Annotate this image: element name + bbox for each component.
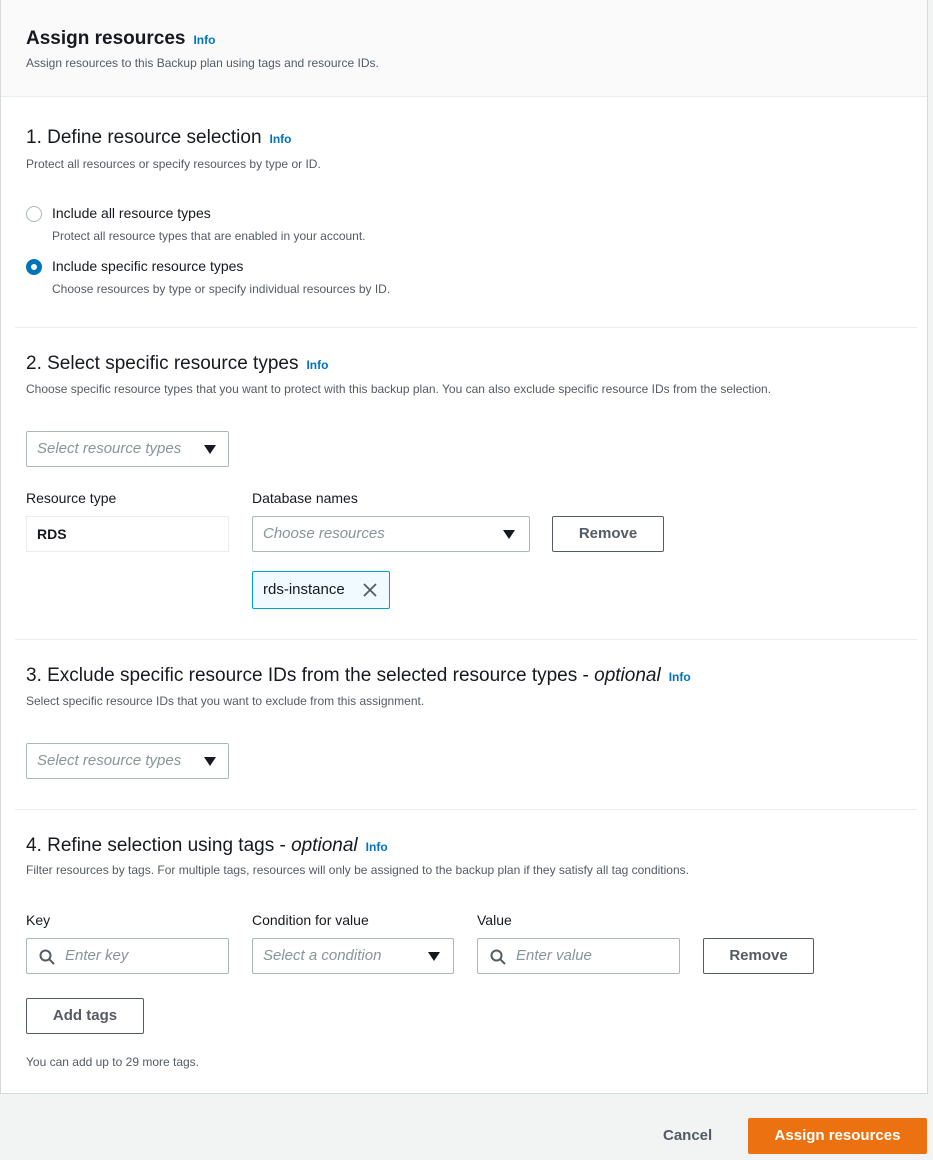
database-names-label: Database names <box>252 490 358 506</box>
section4-info-link[interactable]: Info <box>366 840 388 854</box>
section2-title: 2. Select specific resource types Info <box>26 353 328 375</box>
section1-info-link[interactable]: Info <box>270 132 292 146</box>
resource-type-label: Resource type <box>26 490 117 506</box>
header-info-link[interactable]: Info <box>193 33 215 47</box>
database-names-placeholder: Choose resources <box>263 525 385 542</box>
radio-specific-label[interactable]: Include specific resource types <box>52 258 243 274</box>
assign-resources-panel: Assign resources Info Assign resources to… <box>0 0 928 1094</box>
section3-title-text: 3. Exclude specific resource IDs from th… <box>26 665 595 686</box>
condition-label: Condition for value <box>252 912 369 928</box>
section1-title: 1. Define resource selection Info <box>26 127 292 149</box>
radio-all-resource-types[interactable] <box>26 206 42 222</box>
radio-all-label[interactable]: Include all resource types <box>52 205 211 221</box>
tag-value-placeholder: Enter value <box>516 947 592 964</box>
caret-down-icon <box>204 445 216 454</box>
resource-types-select-placeholder: Select resource types <box>37 440 182 457</box>
resource-token: rds-instance <box>252 571 390 609</box>
resource-type-value: RDS <box>26 516 229 552</box>
search-icon <box>39 949 55 965</box>
page-description: Assign resources to this Backup plan usi… <box>26 56 379 70</box>
section3-info-link[interactable]: Info <box>669 670 691 684</box>
section2-title-text: 2. Select specific resource types <box>26 353 299 374</box>
caret-down-icon <box>503 530 515 539</box>
tag-condition-select[interactable]: Select a condition <box>252 938 454 974</box>
tag-value-input[interactable]: Enter value <box>477 938 680 974</box>
radio-specific-resource-types[interactable] <box>26 259 42 275</box>
search-icon <box>490 949 506 965</box>
tags-limit-note: You can add up to 29 more tags. <box>26 1055 200 1069</box>
resource-token-label: rds-instance <box>263 581 345 598</box>
section4-description: Filter resources by tags. For multiple t… <box>26 863 689 877</box>
remove-resource-button[interactable]: Remove <box>552 516 664 552</box>
section3-description: Select specific resource IDs that you wa… <box>26 694 425 708</box>
section1-description: Protect all resources or specify resourc… <box>26 157 321 171</box>
tag-condition-placeholder: Select a condition <box>263 947 382 964</box>
caret-down-icon <box>204 757 216 766</box>
radio-specific-description: Choose resources by type or specify indi… <box>52 282 391 296</box>
page-title-text: Assign resources <box>26 28 186 49</box>
section4-title: 4. Refine selection using tags - optiona… <box>26 835 388 857</box>
assign-resources-button[interactable]: Assign resources <box>748 1118 927 1154</box>
tag-key-input[interactable]: Enter key <box>26 938 229 974</box>
tag-key-placeholder: Enter key <box>65 947 129 964</box>
divider <box>15 639 917 640</box>
section4-title-text: 4. Refine selection using tags - <box>26 835 292 856</box>
section3-title: 3. Exclude specific resource IDs from th… <box>26 665 691 687</box>
database-names-select[interactable]: Choose resources <box>252 516 530 552</box>
exclude-resource-types-placeholder: Select resource types <box>37 752 182 769</box>
section3-optional: optional <box>594 665 661 686</box>
resource-types-select[interactable]: Select resource types <box>26 431 229 467</box>
caret-down-icon <box>428 952 440 961</box>
divider <box>15 327 917 328</box>
section2-info-link[interactable]: Info <box>306 358 328 372</box>
exclude-resource-types-select[interactable]: Select resource types <box>26 743 229 779</box>
remove-tag-button[interactable]: Remove <box>703 938 814 974</box>
value-label: Value <box>477 912 512 928</box>
section1-title-text: 1. Define resource selection <box>26 127 262 148</box>
cancel-button[interactable]: Cancel <box>663 1127 712 1144</box>
radio-all-description: Protect all resource types that are enab… <box>52 229 366 243</box>
section4-optional: optional <box>291 835 358 856</box>
page-title: Assign resources Info <box>26 28 215 50</box>
add-tags-button[interactable]: Add tags <box>26 998 144 1034</box>
key-label: Key <box>26 912 51 928</box>
section2-description: Choose specific resource types that you … <box>26 382 772 396</box>
close-icon[interactable] <box>363 583 377 597</box>
divider <box>15 809 917 810</box>
